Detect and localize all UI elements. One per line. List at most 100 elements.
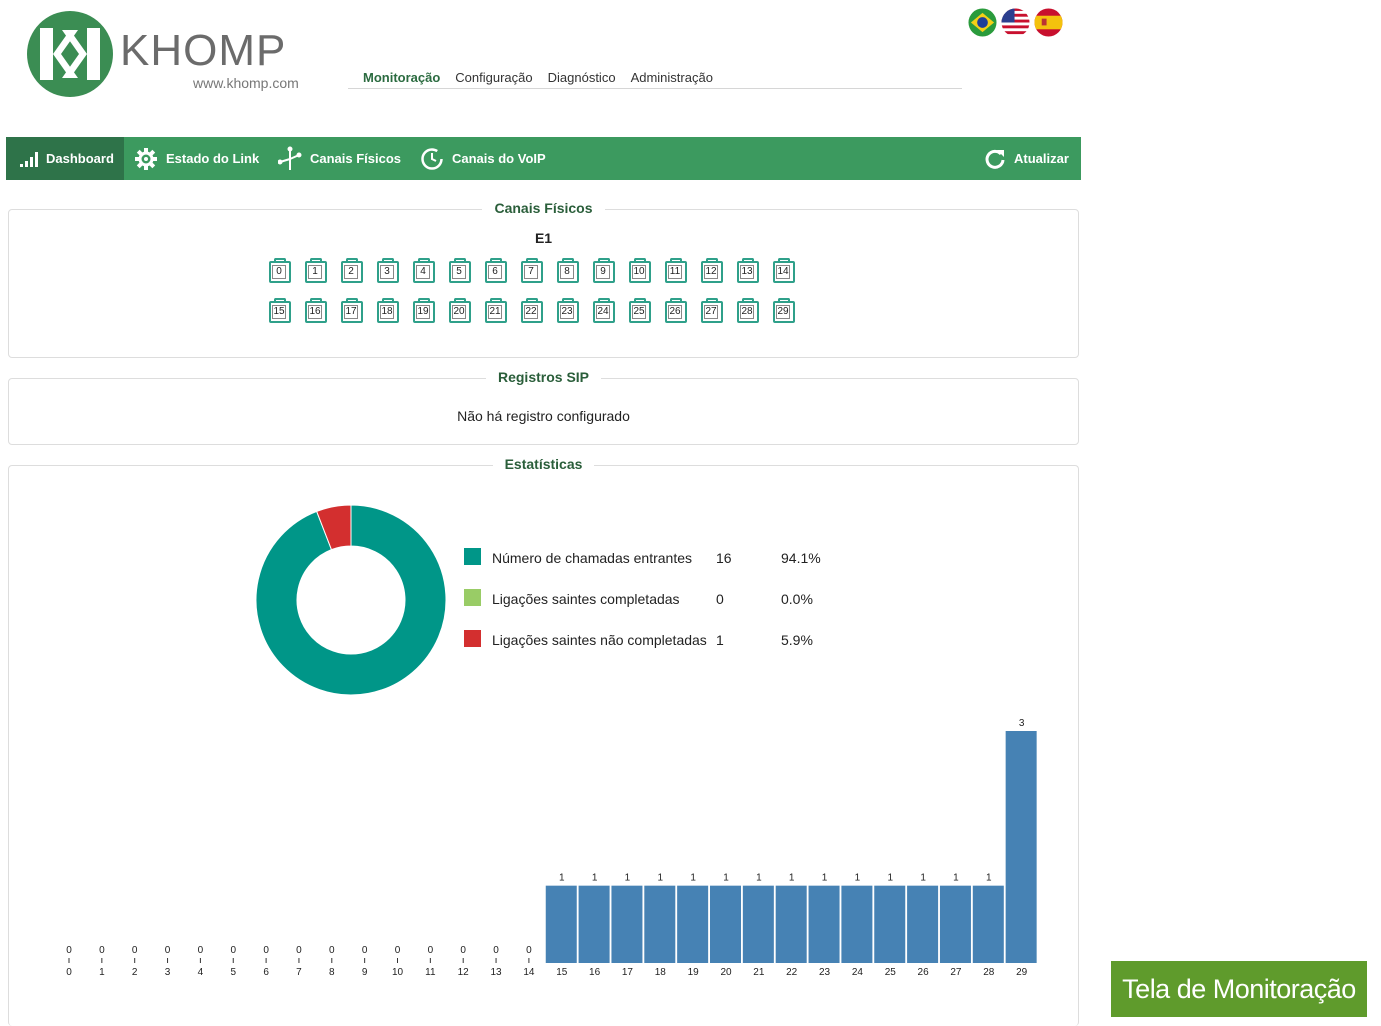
channel-6[interactable]: 6 [485,258,507,283]
channel-24[interactable]: 24 [593,298,615,323]
data-label-21: 1 [756,873,762,884]
x-tick-26: 26 [918,967,930,978]
x-tick-28: 28 [983,967,995,978]
x-tick-11: 11 [425,967,436,978]
channel-19[interactable]: 19 [413,298,435,323]
channel-5[interactable]: 5 [449,258,471,283]
channel-number: 8 [560,265,574,279]
channel-13[interactable]: 13 [737,258,759,283]
channel-18[interactable]: 18 [377,298,399,323]
gear-icon [135,147,157,170]
channel-15[interactable]: 15 [269,298,291,323]
channel-16[interactable]: 16 [305,298,327,323]
tab-canais-voip[interactable]: Canais do VoIP [420,137,546,180]
channel-0[interactable]: 0 [269,258,291,283]
bar-20 [710,885,741,963]
x-tick-23: 23 [819,967,831,978]
channel-2[interactable]: 2 [341,258,363,283]
data-label-5: 0 [230,945,236,956]
tab-estado-link[interactable]: Estado do Link [134,137,259,180]
data-label-2: 0 [132,945,138,956]
monitor-toolbar: Dashboard Estado do Link Canais Físicos … [6,137,1081,180]
data-label-12: 0 [460,945,466,956]
channel-12[interactable]: 12 [701,258,723,283]
channel-21[interactable]: 21 [485,298,507,323]
tab-canais-fisicos[interactable]: Canais Físicos [278,137,401,180]
channel-number: 16 [308,305,322,319]
x-tick-12: 12 [458,967,470,978]
channel-10[interactable]: 10 [629,258,651,283]
channel-27[interactable]: 27 [701,298,723,323]
data-label-0: 0 [66,945,72,956]
nav-configuracao[interactable]: Configuração [455,70,532,88]
nav-diagnostico[interactable]: Diagnóstico [548,70,616,88]
channel-number: 10 [632,265,646,279]
data-label-8: 0 [329,945,335,956]
usa-flag-icon[interactable] [1001,8,1030,37]
tab-dashboard[interactable]: Dashboard [6,137,124,180]
brazil-flag-icon[interactable] [968,8,997,37]
channel-number: 28 [740,305,754,319]
data-label-4: 0 [198,945,204,956]
bar-25 [874,885,906,963]
bar-15 [545,885,577,963]
channel-20[interactable]: 20 [449,298,471,323]
refresh-button[interactable]: Atualizar [984,137,1069,180]
channel-7[interactable]: 7 [521,258,543,283]
legend-count: 0 [716,591,724,607]
channel-calls-bar-chart: 0001020304050607080901001101201301411511… [66,718,1037,978]
x-tick-10: 10 [392,967,404,978]
channel-25[interactable]: 25 [629,298,651,323]
sip-registrations-panel: Registros SIP Não há registro configurad… [8,369,1079,445]
x-tick-14: 14 [523,967,535,978]
data-label-9: 0 [362,945,368,956]
brand-url: www.khomp.com [193,75,299,91]
x-tick-20: 20 [720,967,732,978]
data-label-18: 1 [658,873,664,884]
channel-4[interactable]: 4 [413,258,435,283]
khomp-logo-icon [27,11,113,97]
bar-23 [808,885,840,963]
bar-24 [841,885,873,963]
data-label-16: 1 [592,873,598,884]
x-tick-19: 19 [688,967,700,978]
channel-14[interactable]: 14 [773,258,795,283]
data-label-29: 3 [1019,718,1025,729]
channel-8[interactable]: 8 [557,258,579,283]
channel-11[interactable]: 11 [665,258,687,283]
channel-28[interactable]: 28 [737,298,759,323]
channel-17[interactable]: 17 [341,298,363,323]
statistics-title: Estatísticas [492,456,595,472]
khomp-logo[interactable]: KHOMP www.khomp.com [26,10,316,100]
x-tick-24: 24 [852,967,864,978]
channel-1[interactable]: 1 [305,258,327,283]
channel-number: 3 [380,265,394,279]
nav-monitoracao[interactable]: Monitoração [363,70,440,88]
nav-administracao[interactable]: Administração [631,70,713,88]
legend-label: Ligações saintes completadas [492,591,680,607]
x-tick-17: 17 [622,967,634,978]
legend-percent: 5.9% [781,632,813,648]
channel-9[interactable]: 9 [593,258,615,283]
physical-channels-title: Canais Físicos [482,200,605,216]
channel-26[interactable]: 26 [665,298,687,323]
channel-number: 23 [560,305,574,319]
bar-22 [775,885,807,963]
main-nav: Monitoração Configuração Diagnóstico Adm… [348,70,962,89]
channel-23[interactable]: 23 [557,298,579,323]
channel-29[interactable]: 29 [773,298,795,323]
channel-22[interactable]: 22 [521,298,543,323]
channel-number: 0 [272,265,286,279]
channel-number: 1 [308,265,322,279]
channel-number: 17 [344,305,358,319]
data-label-13: 0 [493,945,499,956]
bar-17 [611,885,643,963]
x-tick-29: 29 [1016,967,1028,978]
data-label-10: 0 [395,945,401,956]
channel-number: 22 [524,305,538,319]
spain-flag-icon[interactable] [1034,8,1063,37]
data-label-3: 0 [165,945,171,956]
channel-3[interactable]: 3 [377,258,399,283]
data-label-14: 0 [526,945,532,956]
channel-number: 12 [704,265,718,279]
